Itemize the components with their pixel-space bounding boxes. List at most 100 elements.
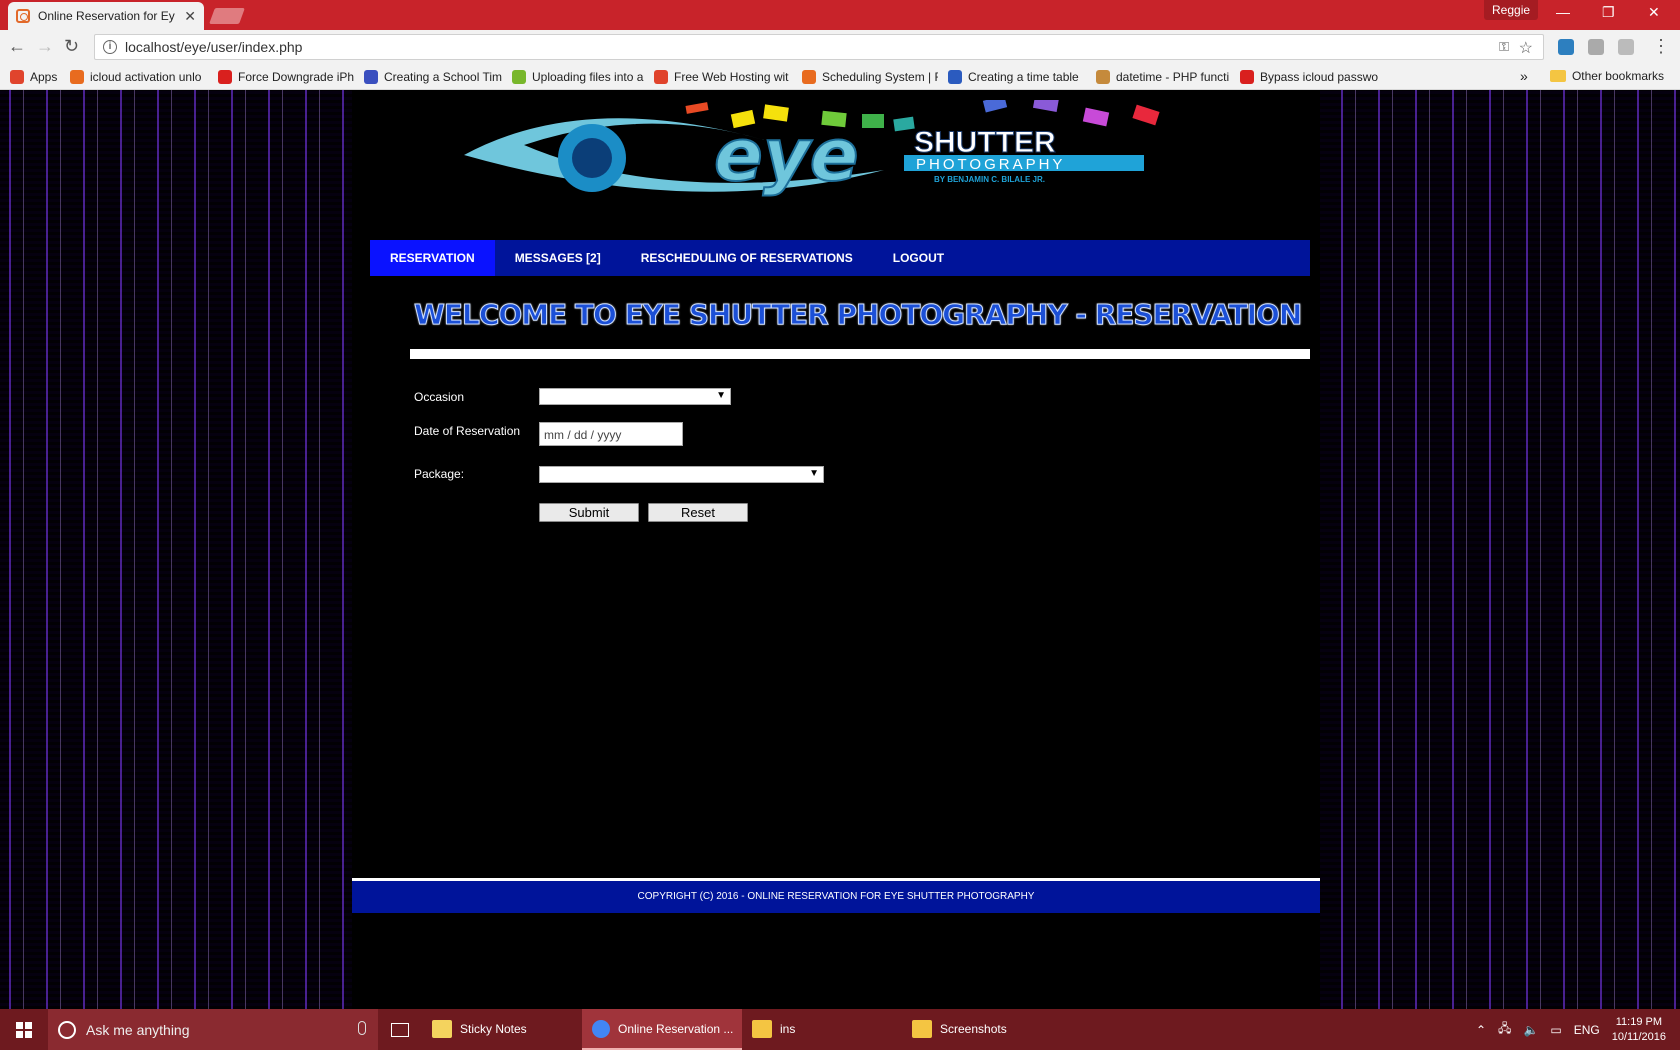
site-favicon-icon bbox=[16, 9, 30, 23]
cortana-search-box[interactable]: Ask me anything bbox=[48, 1009, 378, 1050]
bookmark-item[interactable]: Bypass icloud passwo bbox=[1240, 69, 1380, 84]
extension-icon[interactable] bbox=[1588, 39, 1604, 55]
taskbar-item-label: Screenshots bbox=[940, 1021, 1007, 1036]
volume-icon[interactable]: 🔈 bbox=[1523, 1023, 1538, 1037]
folder-icon bbox=[912, 1019, 932, 1038]
task-view-icon bbox=[391, 1022, 409, 1037]
other-bookmarks-folder[interactable]: Other bookmarks bbox=[1549, 69, 1664, 83]
folder-icon bbox=[752, 1019, 772, 1038]
site-container: eye SHUTTER PHOTOGRAPHY BY BENJAMIN C. B… bbox=[352, 90, 1320, 1009]
taskbar-item-screenshots[interactable]: Screenshots bbox=[902, 1009, 1062, 1050]
browser-toolbar: ← → ↻ i localhost/eye/user/index.php ⚿ ☆… bbox=[0, 30, 1680, 64]
chevron-down-icon: ▼ bbox=[716, 390, 726, 401]
windows-logo-icon bbox=[16, 1021, 32, 1038]
bookmark-label: Force Downgrade iPh bbox=[238, 69, 354, 84]
taskbar-item-ins[interactable]: ins bbox=[742, 1009, 902, 1050]
bookmark-label: Creating a School Tim bbox=[384, 69, 502, 84]
show-hidden-icons-icon[interactable]: ⌃ bbox=[1476, 1023, 1486, 1037]
site-icon bbox=[802, 69, 816, 84]
bookmark-label: Bypass icloud passwo bbox=[1260, 69, 1379, 84]
bookmark-label: datetime - PHP functi bbox=[1116, 69, 1230, 84]
language-indicator[interactable]: ENG bbox=[1574, 1023, 1600, 1037]
logo-brand: SHUTTER bbox=[914, 126, 1056, 159]
eye-shutter-logo: eye SHUTTER PHOTOGRAPHY BY BENJAMIN C. B… bbox=[464, 100, 1160, 198]
bookmark-item[interactable]: Force Downgrade iPh bbox=[218, 69, 354, 84]
bookmark-label: Uploading files into a bbox=[532, 69, 644, 84]
more-bookmarks-icon[interactable]: » bbox=[1520, 68, 1528, 84]
youtube-icon bbox=[1240, 69, 1254, 84]
taskbar-item-label: Online Reservation ... bbox=[618, 1021, 734, 1036]
bookmark-item[interactable]: datetime - PHP functi bbox=[1096, 69, 1230, 84]
windows-taskbar: Ask me anything Sticky Notes Online Rese… bbox=[0, 1009, 1680, 1050]
logo-photo-card bbox=[685, 102, 709, 114]
taskbar-item-chrome[interactable]: Online Reservation ... bbox=[582, 1009, 742, 1050]
close-window-icon[interactable]: ✕ bbox=[1648, 4, 1660, 21]
occasion-select[interactable]: ▼ bbox=[539, 388, 731, 405]
bookmark-label: Apps bbox=[30, 69, 58, 84]
logo-photo-card bbox=[1132, 104, 1160, 126]
profile-button[interactable]: Reggie bbox=[1484, 0, 1539, 20]
reload-icon[interactable]: ↻ bbox=[64, 36, 79, 57]
bookmark-star-icon[interactable]: ☆ bbox=[1519, 38, 1533, 58]
youtube-icon bbox=[218, 69, 232, 84]
apps-grid-icon bbox=[10, 69, 24, 84]
sticky-notes-icon bbox=[432, 1019, 452, 1038]
footer-copyright: COPYRIGHT (C) 2016 - ONLINE RESERVATION … bbox=[352, 881, 1320, 913]
site-icon bbox=[948, 69, 962, 84]
system-clock[interactable]: 11:19 PM 10/11/2016 bbox=[1612, 1015, 1666, 1045]
bookmark-label: Scheduling System | F bbox=[822, 69, 938, 84]
start-button[interactable] bbox=[0, 1009, 48, 1050]
bookmark-label: Creating a time table bbox=[968, 69, 1079, 84]
microphone-icon[interactable] bbox=[358, 1021, 366, 1035]
back-icon[interactable]: ← bbox=[8, 36, 26, 57]
bookmark-item[interactable]: Creating a School Tim bbox=[364, 69, 502, 84]
package-label: Package: bbox=[414, 467, 465, 481]
logo-photo-card bbox=[893, 116, 915, 132]
submit-button[interactable]: Submit bbox=[539, 503, 639, 522]
taskbar-item-sticky-notes[interactable]: Sticky Notes bbox=[422, 1009, 582, 1050]
extension-icon[interactable] bbox=[1618, 39, 1634, 55]
taskbar-item-label: Sticky Notes bbox=[460, 1021, 527, 1036]
bookmark-item[interactable]: Creating a time table bbox=[948, 69, 1086, 84]
taskbar-item-label: ins bbox=[780, 1021, 796, 1036]
site-info-icon[interactable]: i bbox=[103, 40, 117, 54]
nav-logout[interactable]: LOGOUT bbox=[873, 240, 964, 276]
bookmarks-bar: Apps icloud activation unlo Force Downgr… bbox=[0, 64, 1680, 90]
heading-divider bbox=[410, 349, 1310, 359]
restore-icon[interactable]: ❐ bbox=[1602, 4, 1615, 21]
browser-tab[interactable]: Online Reservation for Ey ✕ bbox=[8, 2, 204, 30]
network-icon[interactable]: 🖧 bbox=[1498, 1019, 1511, 1040]
chrome-menu-icon[interactable]: ⋮ bbox=[1652, 36, 1670, 57]
reset-button[interactable]: Reset bbox=[648, 503, 748, 522]
extension-icon[interactable] bbox=[1558, 39, 1574, 55]
minimize-icon[interactable]: — bbox=[1556, 4, 1570, 20]
bookmark-item[interactable]: Scheduling System | F bbox=[802, 69, 938, 84]
forward-icon[interactable]: → bbox=[36, 36, 54, 57]
date-of-reservation-input[interactable]: mm / dd / yyyy bbox=[539, 422, 683, 446]
tab-title: Online Reservation for Ey bbox=[38, 9, 175, 23]
clock-time: 11:19 PM bbox=[1615, 1015, 1663, 1028]
site-icon bbox=[364, 69, 378, 84]
bookmark-apps[interactable]: Apps bbox=[10, 69, 60, 84]
url-text: localhost/eye/user/index.php bbox=[125, 39, 303, 55]
chrome-icon bbox=[592, 1019, 610, 1038]
logo-pupil bbox=[572, 138, 612, 178]
tab-close-icon[interactable]: ✕ bbox=[184, 8, 196, 25]
nav-reservation[interactable]: RESERVATION bbox=[370, 240, 495, 276]
logo-byline: BY BENJAMIN C. BILALE JR. bbox=[934, 175, 1045, 184]
bookmark-item[interactable]: Uploading files into a bbox=[512, 69, 644, 84]
address-bar[interactable]: i localhost/eye/user/index.php ⚿ ☆ bbox=[94, 34, 1544, 60]
bookmark-item[interactable]: Free Web Hosting wit bbox=[654, 69, 792, 84]
site-icon bbox=[512, 69, 526, 84]
bookmark-label: Free Web Hosting wit bbox=[674, 69, 789, 84]
passwords-key-icon[interactable]: ⚿ bbox=[1499, 39, 1509, 55]
task-view-button[interactable] bbox=[378, 1022, 422, 1037]
package-select[interactable]: ▼ bbox=[539, 466, 824, 483]
logo-photo-card bbox=[1082, 107, 1110, 127]
nav-rescheduling[interactable]: RESCHEDULING OF RESERVATIONS bbox=[621, 240, 873, 276]
nav-messages[interactable]: MESSAGES [2] bbox=[495, 240, 621, 276]
logo-subtitle: PHOTOGRAPHY bbox=[916, 156, 1065, 173]
action-center-icon[interactable]: ▭ bbox=[1550, 1023, 1561, 1037]
bookmark-item[interactable]: icloud activation unlo bbox=[70, 69, 208, 84]
new-tab-button[interactable] bbox=[209, 8, 245, 24]
